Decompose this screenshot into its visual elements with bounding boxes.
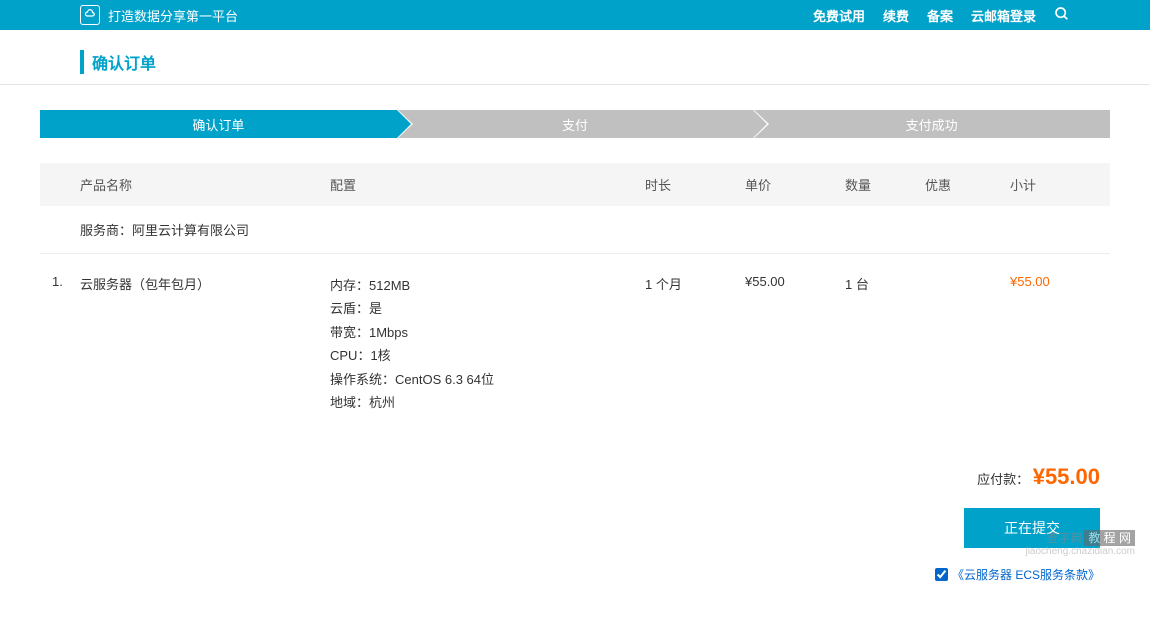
nav-link-mail[interactable]: 云邮箱登录 [971, 6, 1036, 25]
content: 确认订单 支付 支付成功 产品名称 配置 时长 单价 数量 优惠 小计 服务商：… [0, 85, 1150, 623]
topbar-right: 免费试用 续费 备案 云邮箱登录 [813, 6, 1070, 25]
header-subtotal: 小计 [1010, 175, 1110, 194]
provider-text: 服务商：阿里云计算有限公司 [80, 220, 330, 239]
item-name: 云服务器（包年包月） [80, 274, 330, 414]
watermark: 查字典教 程 网 jiaocheng.chazidian.com [1025, 529, 1135, 557]
tos-link[interactable]: 《云服务器 ECS服务条款》 [952, 566, 1100, 583]
tos-checkbox[interactable] [935, 568, 948, 581]
topbar-left: 打造数据分享第一平台 [80, 5, 238, 25]
tos-line: 《云服务器 ECS服务条款》 [50, 566, 1100, 583]
header-duration: 时长 [645, 175, 745, 194]
slogan: 打造数据分享第一平台 [108, 6, 238, 25]
header-qty: 数量 [845, 175, 925, 194]
config-region: 地域：杭州 [330, 391, 645, 414]
item-duration: 1 个月 [645, 274, 745, 414]
header-name: 产品名称 [80, 175, 330, 194]
step-pay: 支付 [397, 110, 754, 138]
item-price: ¥55.00 [745, 274, 845, 414]
header-price: 单价 [745, 175, 845, 194]
total-amount: ¥55.00 [1033, 464, 1100, 489]
header-config: 配置 [330, 175, 645, 194]
item-subtotal: ¥55.00 [1010, 274, 1110, 414]
item-discount [925, 274, 1010, 414]
topbar: 打造数据分享第一平台 免费试用 续费 备案 云邮箱登录 [0, 0, 1150, 30]
item-index: 1. [40, 274, 80, 414]
total-line: 应付款： ¥55.00 [50, 464, 1100, 490]
page-title-wrap: 确认订单 [0, 30, 1150, 85]
config-bandwidth: 带宽：1Mbps [330, 321, 645, 344]
nav-link-trial[interactable]: 免费试用 [813, 6, 865, 25]
item-qty: 1 台 [845, 274, 925, 414]
total-label: 应付款： [977, 472, 1029, 487]
config-memory: 内存：512MB [330, 274, 645, 297]
nav-link-renew[interactable]: 续费 [883, 6, 909, 25]
header-discount: 优惠 [925, 175, 1010, 194]
order-table: 产品名称 配置 时长 单价 数量 优惠 小计 服务商：阿里云计算有限公司 1. … [40, 163, 1110, 444]
nav-link-beian[interactable]: 备案 [927, 6, 953, 25]
table-header: 产品名称 配置 时长 单价 数量 优惠 小计 [40, 163, 1110, 206]
step-success: 支付成功 [753, 110, 1110, 138]
table-row: 1. 云服务器（包年包月） 内存：512MB 云盾：是 带宽：1Mbps CPU… [40, 254, 1110, 444]
provider-row: 服务商：阿里云计算有限公司 [40, 206, 1110, 254]
page-title: 确认订单 [80, 50, 1070, 74]
config-os: 操作系统：CentOS 6.3 64位 [330, 368, 645, 391]
footer-area: 应付款： ¥55.00 正在提交 《云服务器 ECS服务条款》 [40, 444, 1110, 603]
progress-steps: 确认订单 支付 支付成功 [40, 110, 1110, 138]
item-config: 内存：512MB 云盾：是 带宽：1Mbps CPU：1核 操作系统：CentO… [330, 274, 645, 414]
config-cpu: CPU：1核 [330, 344, 645, 367]
cloud-logo-icon [80, 5, 100, 25]
search-icon[interactable] [1054, 6, 1070, 25]
step-confirm: 确认订单 [40, 110, 397, 138]
config-shield: 云盾：是 [330, 297, 645, 320]
